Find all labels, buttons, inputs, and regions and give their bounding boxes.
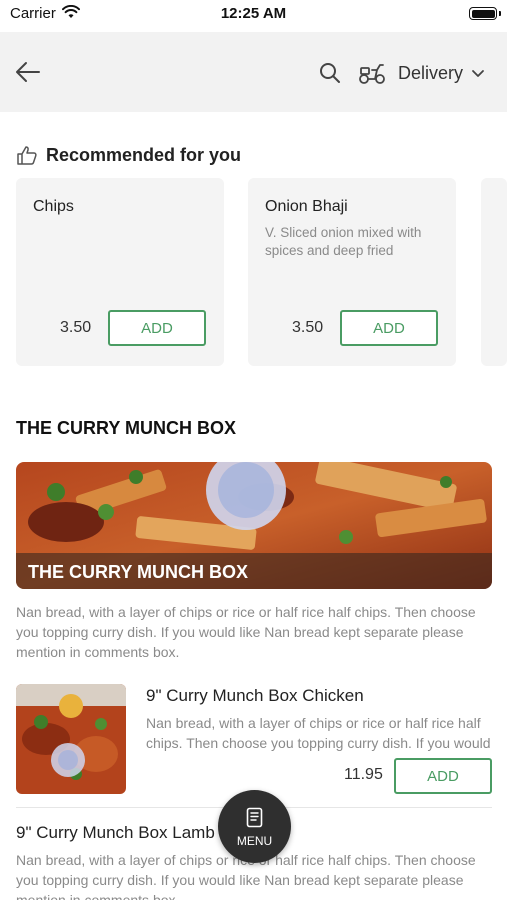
card-price: 3.50 [292,319,324,336]
card-name: Chips [33,198,74,215]
card-price: 3.50 [60,319,92,336]
item-name[interactable]: 9" Curry Munch Box Chicken [146,686,364,706]
food-photo [16,684,126,794]
section-description: Nan bread, with a layer of chips or rice… [16,604,476,660]
section-title: THE CURRY MUNCH BOX [16,418,237,438]
section-banner: THE CURRY MUNCH BOX [16,462,492,589]
nav-bar: Delivery [0,32,507,112]
card-description: V. Sliced onion mixed with spices and de… [265,225,422,258]
item-name[interactable]: 9" Curry Munch Box Lamb [16,823,215,843]
back-button[interactable] [12,56,44,88]
add-button[interactable]: ADD [340,310,438,346]
status-time: 12:25 AM [220,5,287,22]
thumbs-up-icon [17,146,37,165]
recommended-card[interactable]: Chips 3.50 ADD [16,178,224,366]
recommended-title: Recommended for you [46,144,242,165]
status-bar: Carrier 12:25 AM [0,0,507,30]
scooter-icon [359,64,385,84]
chevron-down-icon [472,70,484,77]
search-button[interactable] [318,61,342,85]
arrow-left-icon [16,62,40,82]
banner-label: THE CURRY MUNCH BOX [28,562,249,582]
item-image[interactable] [16,684,126,794]
add-button[interactable]: ADD [394,758,492,794]
card-name: Onion Bhaji [265,198,348,215]
battery-tip [499,11,501,16]
menu-book-icon [246,807,263,828]
item-description: Nan bread, with a layer of chips or rice… [146,715,491,751]
delivery-label: Delivery [398,62,464,83]
battery-icon [469,7,497,20]
recommended-card[interactable]: Onion Bhaji V. Sliced onion mixed with s… [248,178,456,366]
recommended-card-partial[interactable] [481,178,507,366]
menu-button[interactable]: MENU [218,790,291,863]
add-button[interactable]: ADD [108,310,206,346]
search-icon [320,63,340,83]
recommended-header: Recommended for you [16,140,241,170]
menu-label: MENU [236,834,273,848]
delivery-selector[interactable]: Delivery [358,58,485,88]
item-price: 11.95 [344,766,383,783]
